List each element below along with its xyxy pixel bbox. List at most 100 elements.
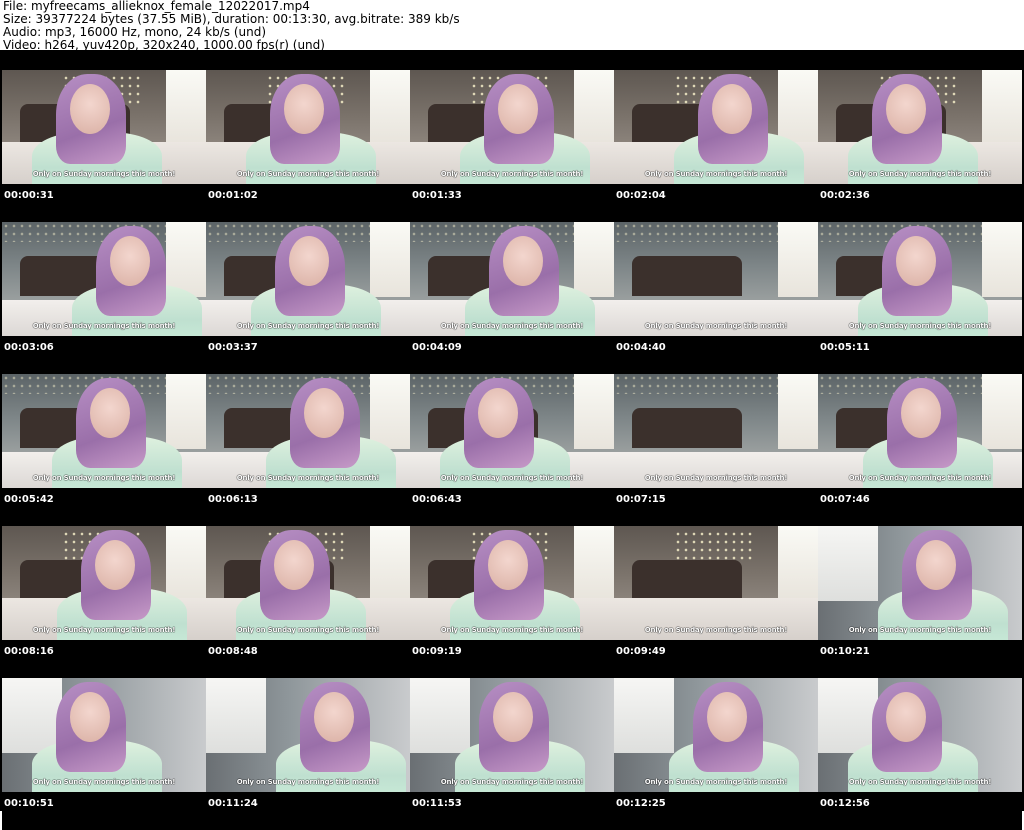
thumbnail-caption: Only on Sunday mornings this month!	[440, 170, 584, 178]
thumbnail-caption: Only on Sunday mornings this month!	[848, 778, 992, 786]
thumbnail-frame	[818, 222, 1022, 336]
video-thumbnail[interactable]: Only on Sunday mornings this month! 00:01…	[410, 70, 614, 222]
timestamp-label: 00:01:33	[412, 190, 462, 201]
video-thumbnail[interactable]: Only on Sunday mornings this month! 00:08…	[206, 526, 410, 678]
thumbnail-frame	[410, 678, 614, 792]
thumbnail-frame	[614, 222, 818, 336]
thumbnail-caption: Only on Sunday mornings this month!	[236, 778, 380, 786]
video-thumbnail[interactable]: Only on Sunday mornings this month! 00:01…	[206, 70, 410, 222]
thumbnail-frame	[206, 526, 410, 640]
thumbnail-frame	[614, 678, 818, 792]
timestamp-label: 00:08:16	[4, 646, 54, 657]
window	[778, 70, 818, 145]
timestamp-label: 00:06:43	[412, 494, 462, 505]
timestamp-label: 00:03:37	[208, 342, 258, 353]
timestamp-label: 00:04:09	[412, 342, 462, 353]
timestamp-label: 00:05:11	[820, 342, 870, 353]
window	[574, 526, 614, 601]
thumbnail-caption: Only on Sunday mornings this month!	[32, 170, 176, 178]
thumbnail-caption: Only on Sunday mornings this month!	[440, 626, 584, 634]
thumbnail-frame	[410, 222, 614, 336]
video-thumbnail[interactable]: Only on Sunday mornings this month! 00:00…	[2, 70, 206, 222]
thumbnail-frame	[2, 678, 206, 792]
timestamp-label: 00:09:19	[412, 646, 462, 657]
video-thumbnail[interactable]: Only on Sunday mornings this month! 00:04…	[410, 222, 614, 374]
window	[370, 70, 410, 145]
thumbnail-frame	[410, 374, 614, 488]
video-thumbnail[interactable]: Only on Sunday mornings this month! 00:02…	[614, 70, 818, 222]
thumbnail-caption: Only on Sunday mornings this month!	[236, 474, 380, 482]
video-thumbnail[interactable]: Only on Sunday mornings this month! 00:10…	[2, 678, 206, 830]
video-thumbnail[interactable]: Only on Sunday mornings this month! 00:04…	[614, 222, 818, 374]
thumbnail-grid: Only on Sunday mornings this month! 00:00…	[0, 50, 1024, 830]
video-thumbnail[interactable]: Only on Sunday mornings this month! 00:11…	[410, 678, 614, 830]
timestamp-label: 00:11:53	[412, 798, 462, 809]
thumbnail-caption: Only on Sunday mornings this month!	[848, 474, 992, 482]
thumbnail-frame	[2, 526, 206, 640]
timestamp-label: 00:10:21	[820, 646, 870, 657]
thumbnail-caption: Only on Sunday mornings this month!	[32, 322, 176, 330]
video-thumbnail[interactable]: Only on Sunday mornings this month! 00:09…	[410, 526, 614, 678]
thumbnail-caption: Only on Sunday mornings this month!	[848, 170, 992, 178]
thumbnail-frame	[2, 222, 206, 336]
thumbnail-frame	[818, 526, 1022, 640]
video-thumbnail[interactable]: Only on Sunday mornings this month! 00:05…	[818, 222, 1022, 374]
window	[778, 222, 818, 297]
video-thumbnail[interactable]: Only on Sunday mornings this month! 00:07…	[614, 374, 818, 526]
thumbnail-caption: Only on Sunday mornings this month!	[644, 626, 788, 634]
thumbnail-frame	[206, 374, 410, 488]
timestamp-label: 00:01:02	[208, 190, 258, 201]
bed	[614, 300, 818, 336]
thumbnail-caption: Only on Sunday mornings this month!	[644, 474, 788, 482]
timestamp-label: 00:05:42	[4, 494, 54, 505]
video-thumbnail[interactable]: Only on Sunday mornings this month! 00:11…	[206, 678, 410, 830]
thumbnail-caption: Only on Sunday mornings this month!	[236, 626, 380, 634]
video-thumbnail[interactable]: Only on Sunday mornings this month! 00:03…	[206, 222, 410, 374]
video-thumbnail[interactable]: Only on Sunday mornings this month! 00:02…	[818, 70, 1022, 222]
thumbnail-caption: Only on Sunday mornings this month!	[644, 170, 788, 178]
window	[166, 374, 206, 449]
window	[614, 678, 674, 753]
window	[574, 222, 614, 297]
window	[818, 678, 878, 753]
headboard	[632, 560, 742, 600]
thumbnail-caption: Only on Sunday mornings this month!	[848, 626, 992, 634]
video-thumbnail[interactable]: Only on Sunday mornings this month! 00:07…	[818, 374, 1022, 526]
video-thumbnail[interactable]: Only on Sunday mornings this month! 00:05…	[2, 374, 206, 526]
file-info-header: File: myfreecams_allieknox_female_120220…	[3, 0, 460, 52]
string-lights	[674, 530, 754, 560]
thumbnail-frame	[818, 70, 1022, 184]
thumbnail-caption: Only on Sunday mornings this month!	[236, 322, 380, 330]
video-thumbnail[interactable]: Only on Sunday mornings this month! 00:12…	[818, 678, 1022, 830]
thumbnail-frame	[2, 70, 206, 184]
thumbnail-frame	[614, 70, 818, 184]
timestamp-label: 00:03:06	[4, 342, 54, 353]
thumbnail-caption: Only on Sunday mornings this month!	[644, 322, 788, 330]
video-thumbnail[interactable]: Only on Sunday mornings this month! 00:10…	[818, 526, 1022, 678]
thumbnail-frame	[206, 70, 410, 184]
video-thumbnail[interactable]: Only on Sunday mornings this month! 00:03…	[2, 222, 206, 374]
thumbnail-frame	[614, 374, 818, 488]
window	[410, 678, 470, 753]
window	[778, 526, 818, 601]
window	[370, 374, 410, 449]
window	[982, 70, 1022, 145]
timestamp-label: 00:10:51	[4, 798, 54, 809]
timestamp-label: 00:12:25	[616, 798, 666, 809]
window	[2, 678, 62, 753]
window	[574, 70, 614, 145]
timestamp-label: 00:04:40	[616, 342, 666, 353]
window	[370, 222, 410, 297]
timestamp-label: 00:02:04	[616, 190, 666, 201]
video-thumbnail[interactable]: Only on Sunday mornings this month! 00:06…	[410, 374, 614, 526]
thumbnail-caption: Only on Sunday mornings this month!	[32, 626, 176, 634]
thumbnail-caption: Only on Sunday mornings this month!	[440, 322, 584, 330]
timestamp-label: 00:11:24	[208, 798, 258, 809]
thumbnail-frame	[410, 70, 614, 184]
window	[166, 526, 206, 601]
thumbnail-caption: Only on Sunday mornings this month!	[236, 170, 380, 178]
video-thumbnail[interactable]: Only on Sunday mornings this month! 00:12…	[614, 678, 818, 830]
video-thumbnail[interactable]: Only on Sunday mornings this month! 00:09…	[614, 526, 818, 678]
video-thumbnail[interactable]: Only on Sunday mornings this month! 00:08…	[2, 526, 206, 678]
video-thumbnail[interactable]: Only on Sunday mornings this month! 00:06…	[206, 374, 410, 526]
